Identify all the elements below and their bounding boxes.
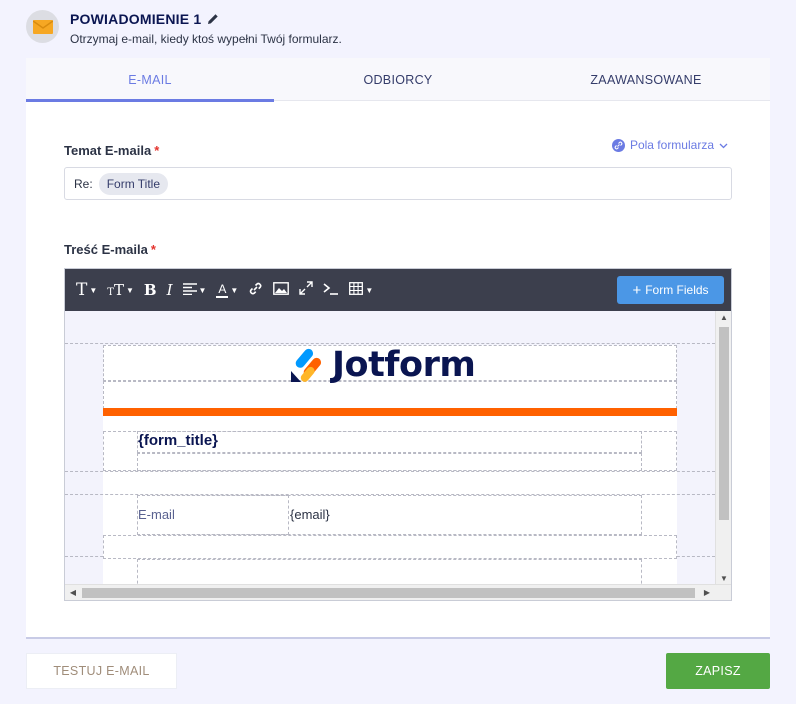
email-body-editor[interactable]: T ▼ TT ▼ B I ▼ A ▼ ▼ + Form Fields Jotfo… bbox=[64, 268, 732, 601]
align-button[interactable]: ▼ bbox=[178, 269, 212, 311]
form-fields-button[interactable]: + Form Fields bbox=[617, 276, 724, 304]
notification-title-text: POWIADOMIENIE 1 bbox=[70, 11, 202, 27]
chevron-down-icon bbox=[719, 138, 728, 152]
subject-prefix: Re: bbox=[74, 176, 93, 191]
align-left-icon bbox=[182, 282, 197, 299]
text-icon: T bbox=[76, 280, 88, 300]
spacer-cell bbox=[103, 381, 677, 409]
email-settings-panel: E-MAIL ODBIORCY ZAAWANSOWANE Temat E-mai… bbox=[26, 58, 770, 639]
terminal-icon bbox=[323, 282, 339, 299]
link-icon bbox=[248, 281, 263, 300]
email-field-value: {email} bbox=[290, 507, 330, 522]
horizontal-scroll-thumb[interactable] bbox=[82, 588, 695, 598]
horizontal-scrollbar[interactable]: ◀ ▶ bbox=[65, 584, 731, 600]
subject-label-text: Temat E-maila bbox=[64, 143, 152, 158]
expand-icon bbox=[299, 281, 314, 299]
bold-icon: B bbox=[143, 281, 157, 299]
tab-advanced[interactable]: ZAAWANSOWANE bbox=[522, 58, 770, 101]
font-size-button[interactable]: TT ▼ bbox=[102, 269, 139, 311]
scroll-down-arrow-icon[interactable]: ▼ bbox=[716, 574, 731, 583]
editor-canvas[interactable]: Jotform {form_title} E-mail {email} bbox=[65, 311, 715, 585]
bold-button[interactable]: B bbox=[139, 269, 162, 311]
tab-email[interactable]: E-MAIL bbox=[26, 58, 274, 102]
email-field-label: E-mail bbox=[138, 507, 175, 522]
notification-subtitle: Otrzymaj e-mail, kiedy ktoś wypełni Twój… bbox=[70, 32, 342, 46]
body-label-text: Treść E-maila bbox=[64, 242, 148, 257]
code-view-button[interactable] bbox=[318, 269, 344, 311]
font-family-button[interactable]: T ▼ bbox=[71, 269, 102, 311]
text-size-icon: TT bbox=[107, 281, 124, 299]
form-title-chip[interactable]: Form Title bbox=[98, 172, 169, 195]
form-fields-button-label: Form Fields bbox=[645, 283, 709, 297]
fullscreen-button[interactable] bbox=[294, 269, 318, 311]
save-button[interactable]: ZAPISZ bbox=[666, 653, 770, 689]
caret-down-icon: ▼ bbox=[230, 285, 239, 295]
editor-toolbar: T ▼ TT ▼ B I ▼ A ▼ ▼ + Form Fields bbox=[65, 269, 731, 311]
required-mark: * bbox=[150, 242, 156, 257]
text-color-button[interactable]: A ▼ bbox=[211, 269, 243, 311]
logo-text: Jotform bbox=[332, 345, 476, 385]
caret-down-icon: ▼ bbox=[198, 285, 207, 295]
caret-down-icon: ▼ bbox=[365, 285, 374, 295]
jotform-logo-mark bbox=[291, 348, 322, 382]
caret-down-icon: ▼ bbox=[89, 285, 98, 295]
form-title-placeholder: {form_title} bbox=[138, 432, 219, 449]
italic-button[interactable]: I bbox=[162, 269, 178, 311]
title-spacer-cell bbox=[137, 453, 642, 471]
subject-label: Temat E-maila * bbox=[64, 143, 159, 158]
plus-icon: + bbox=[632, 281, 642, 299]
link-icon bbox=[611, 138, 625, 152]
scroll-up-arrow-icon[interactable]: ▲ bbox=[716, 313, 731, 322]
notification-header: POWIADOMIENIE 1 Otrzymaj e-mail, kiedy k… bbox=[0, 0, 796, 58]
image-button[interactable] bbox=[268, 269, 294, 311]
vertical-scroll-thumb[interactable] bbox=[719, 327, 729, 520]
image-icon bbox=[273, 281, 290, 299]
subject-input[interactable]: Re: Form Title bbox=[64, 167, 732, 200]
scroll-right-arrow-icon[interactable]: ▶ bbox=[699, 588, 715, 597]
section-gap bbox=[65, 471, 715, 495]
orange-divider bbox=[103, 408, 677, 416]
font-color-icon: A bbox=[216, 281, 229, 298]
link-button[interactable] bbox=[243, 269, 268, 311]
bottom-spacer bbox=[103, 535, 677, 559]
required-mark: * bbox=[154, 143, 160, 158]
footer-cell bbox=[137, 559, 642, 585]
table-button[interactable]: ▼ bbox=[344, 269, 378, 311]
caret-down-icon: ▼ bbox=[125, 285, 134, 295]
test-email-button[interactable]: TESTUJ E-MAIL bbox=[26, 653, 177, 689]
scroll-left-arrow-icon[interactable]: ◀ bbox=[65, 588, 81, 597]
jotform-logo: Jotform bbox=[288, 345, 476, 385]
form-fields-dropdown-label: Pola formularza bbox=[629, 138, 714, 152]
body-label: Treść E-maila * bbox=[64, 242, 156, 257]
vertical-scrollbar[interactable]: ▲ ▼ bbox=[715, 311, 731, 585]
table-icon bbox=[349, 281, 364, 299]
notification-title: POWIADOMIENIE 1 bbox=[70, 11, 219, 27]
envelope-icon bbox=[26, 10, 59, 43]
form-fields-dropdown[interactable]: Pola formularza bbox=[611, 138, 728, 152]
pencil-icon[interactable] bbox=[207, 13, 219, 25]
tab-recipients[interactable]: ODBIORCY bbox=[274, 58, 522, 101]
italic-icon: I bbox=[166, 281, 173, 299]
tab-bar: E-MAIL ODBIORCY ZAAWANSOWANE bbox=[26, 58, 770, 102]
